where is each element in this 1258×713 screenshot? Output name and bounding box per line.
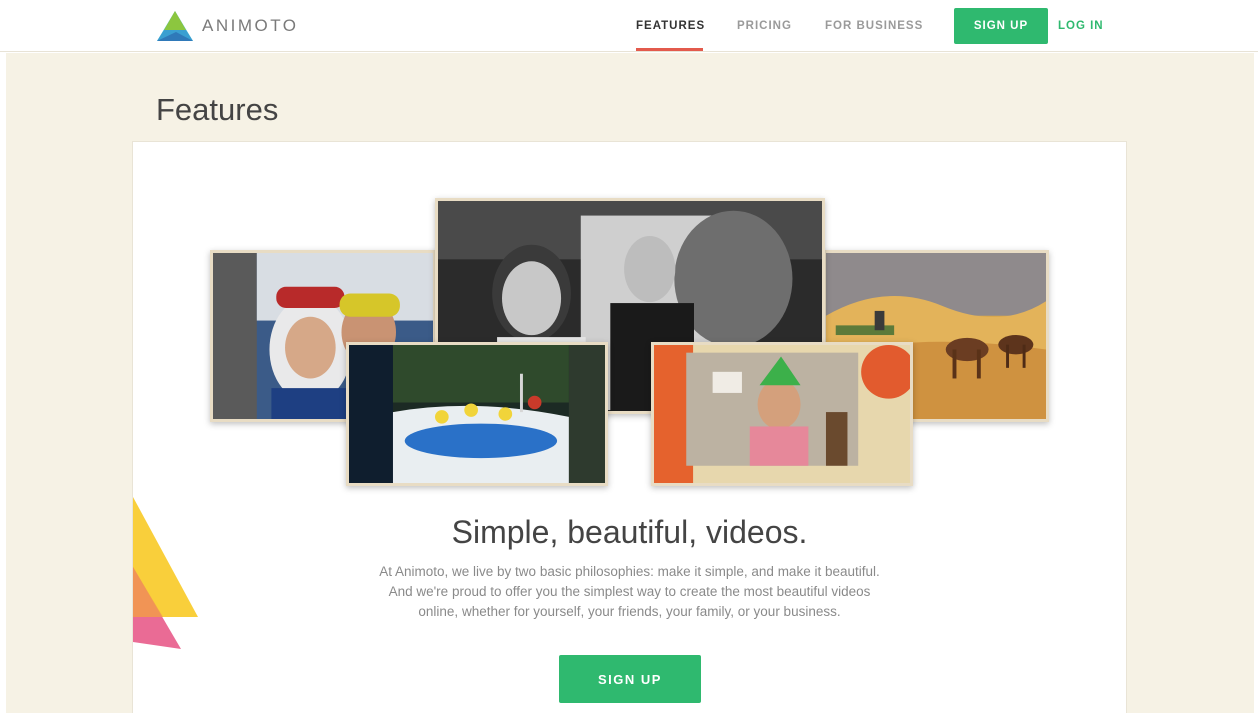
header-login-link[interactable]: LOG IN [1058, 20, 1104, 32]
logo-text: ANIMOTO [202, 16, 299, 35]
animoto-logo-icon [157, 11, 193, 41]
nav-features[interactable]: FEATURES [636, 20, 705, 32]
site-header: ANIMOTO FEATURES PRICING FOR BUSINESS SI… [0, 0, 1258, 52]
features-card: Simple, beautiful, videos. At Animoto, w… [132, 141, 1127, 713]
hero-signup-button[interactable]: SIGN UP [559, 655, 701, 703]
hero-description-line: online, whether for yourself, your frien… [418, 604, 841, 619]
animoto-logo[interactable]: ANIMOTO [156, 10, 299, 42]
nav-pricing[interactable]: PRICING [737, 20, 792, 32]
photo-woman-holiday-hat [651, 342, 913, 486]
hero-description-line: And we're proud to offer you the simples… [388, 584, 871, 599]
header-signup-button[interactable]: SIGN UP [954, 8, 1048, 44]
nav-for-business[interactable]: FOR BUSINESS [825, 20, 923, 32]
hero-description: At Animoto, we live by two basic philoso… [133, 562, 1126, 622]
page-title: Features [156, 92, 279, 127]
hero-description-line: At Animoto, we live by two basic philoso… [379, 564, 880, 579]
nav-active-indicator [636, 48, 703, 51]
hero-headline: Simple, beautiful, videos. [451, 514, 808, 550]
photo-river-rafting [346, 342, 608, 486]
